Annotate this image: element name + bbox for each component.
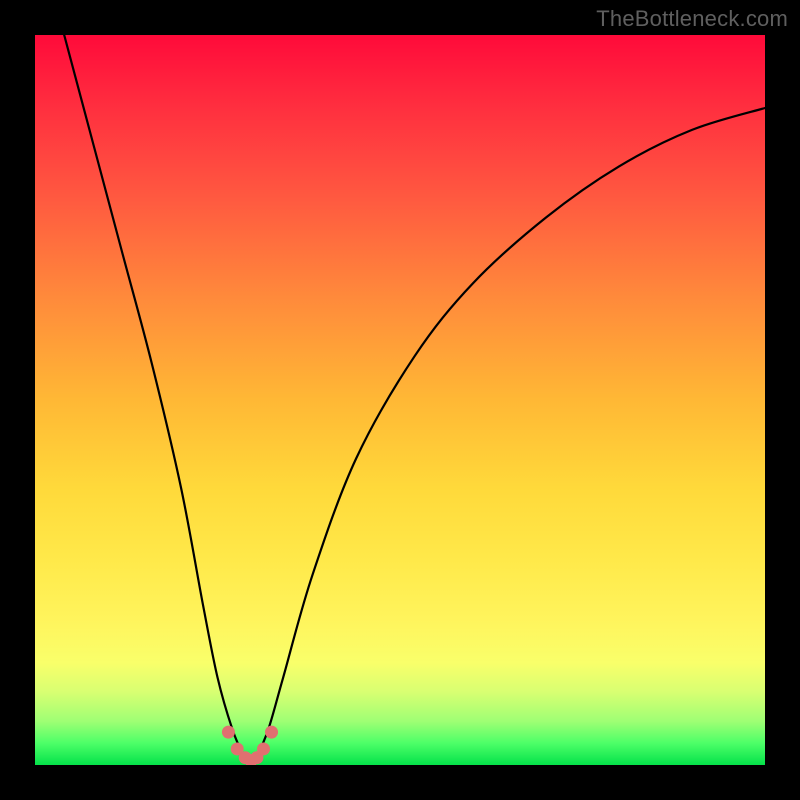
valley-dots-group [222,726,278,765]
bottleneck-curve-path [64,35,765,762]
curve-svg [35,35,765,765]
chart-frame: TheBottleneck.com [0,0,800,800]
valley-dot [265,726,278,739]
plot-area [35,35,765,765]
watermark-text: TheBottleneck.com [596,6,788,32]
valley-dot [222,726,235,739]
valley-dot [257,742,270,755]
